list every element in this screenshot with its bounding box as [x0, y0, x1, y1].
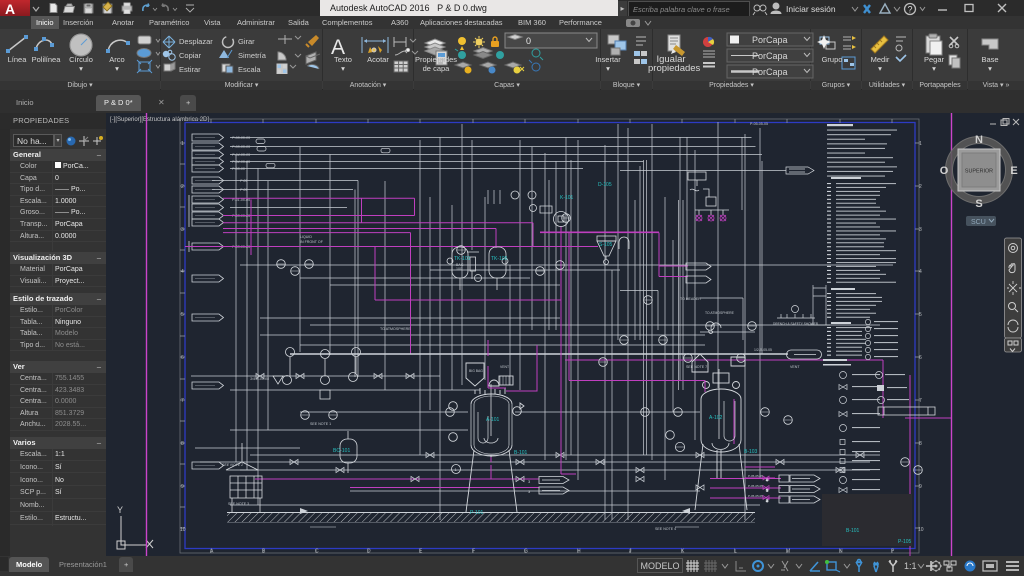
svg-text:7: 7 — [181, 398, 184, 404]
svg-text:SCU: SCU — [971, 219, 986, 226]
svg-text:P 05: P 05 — [240, 188, 247, 192]
svg-text:TK-105: TK-105 — [491, 256, 508, 262]
svg-text:Y: Y — [117, 505, 123, 515]
svg-text:P-04-05-05: P-04-05-05 — [232, 153, 250, 157]
svg-text:M: M — [786, 549, 790, 555]
svg-text:BO-101: BO-101 — [333, 448, 350, 454]
svg-text:S-105: S-105 — [599, 242, 613, 248]
svg-text:TO HEADER: TO HEADER — [680, 297, 701, 301]
svg-text:N: N — [975, 134, 983, 146]
svg-text:TK-101: TK-101 — [454, 256, 471, 262]
svg-text:9: 9 — [919, 484, 922, 490]
svg-text:P-05-05: P-05-05 — [232, 167, 245, 171]
svg-text:PorCapa: PorCapa — [752, 67, 788, 77]
svg-text:E: E — [1010, 165, 1017, 177]
svg-text:3/4-A-05-05: 3/4-A-05-05 — [250, 377, 269, 381]
svg-text:A-101: A-101 — [486, 417, 500, 423]
svg-text:B-103: B-103 — [744, 449, 758, 455]
svg-text:100: 100 — [456, 267, 462, 271]
svg-text:Iniciar sesión: Iniciar sesión — [786, 4, 836, 14]
svg-text:P: P — [891, 549, 895, 555]
svg-text:P-101: P-101 — [470, 510, 484, 516]
svg-text:SUPERIOR: SUPERIOR — [965, 169, 993, 175]
svg-text:B: B — [262, 549, 266, 555]
svg-text:5: 5 — [181, 312, 184, 318]
svg-text:P-05-05-05: P-05-05-05 — [748, 484, 763, 488]
svg-text:P-05-05-05: P-05-05-05 — [232, 136, 250, 140]
svg-text:K: K — [681, 549, 685, 555]
svg-text:0: 0 — [526, 36, 531, 46]
svg-text:8: 8 — [181, 441, 184, 447]
svg-text:PorCapa: PorCapa — [752, 51, 788, 61]
svg-text:E: E — [419, 549, 423, 555]
svg-text:9: 9 — [181, 484, 184, 490]
svg-text:S: S — [975, 198, 982, 210]
svg-text:B-101: B-101 — [846, 528, 860, 534]
svg-text:4: 4 — [181, 269, 184, 275]
svg-text:6: 6 — [181, 355, 184, 361]
svg-text:LIQUID: LIQUID — [300, 235, 312, 239]
svg-text:4: 4 — [919, 269, 922, 275]
svg-text:BIG BAG: BIG BAG — [469, 369, 483, 373]
svg-text:A: A — [210, 549, 214, 555]
svg-text:SEE NOTE 4: SEE NOTE 4 — [655, 527, 676, 531]
svg-text:K-101: K-101 — [560, 195, 574, 201]
svg-text:D: D — [367, 549, 371, 555]
svg-text:P-05-05-05: P-05-05-05 — [748, 474, 763, 478]
svg-text:2: 2 — [181, 184, 184, 190]
svg-text:J: J — [629, 549, 632, 555]
svg-text:3: 3 — [528, 479, 531, 484]
svg-text:3: 3 — [919, 227, 922, 233]
svg-text:TO ATMOSPHERE: TO ATMOSPHERE — [380, 327, 411, 331]
svg-text:SEE NOTE 7: SEE NOTE 7 — [686, 365, 707, 369]
svg-text:D-105: D-105 — [598, 182, 612, 188]
svg-text:2: 2 — [919, 184, 922, 190]
svg-text:6: 6 — [919, 355, 922, 361]
svg-text:H: H — [577, 549, 581, 555]
svg-text:5: 5 — [919, 312, 922, 318]
svg-text:O: O — [940, 165, 949, 177]
svg-text:P-05-05-05: P-05-05-05 — [232, 145, 250, 149]
svg-text:PorCapa: PorCapa — [752, 35, 788, 45]
svg-text:3: 3 — [181, 227, 184, 233]
svg-text:1:1: 1:1 — [904, 561, 917, 571]
svg-text:DRENCH & SAFETY SHOWER: DRENCH & SAFETY SHOWER — [773, 322, 819, 326]
svg-text:P-105: P-105 — [898, 539, 912, 545]
svg-text:10: 10 — [918, 527, 924, 533]
svg-text:VENT: VENT — [790, 365, 800, 369]
svg-text:SEE NOTE 1: SEE NOTE 1 — [310, 422, 331, 426]
svg-text:C: C — [315, 549, 319, 555]
svg-text:B-101: B-101 — [514, 450, 528, 456]
svg-text:P 05: P 05 — [240, 179, 247, 183]
svg-text:N: N — [839, 549, 843, 555]
svg-text:1/2-B-05-05: 1/2-B-05-05 — [754, 348, 772, 352]
svg-text:?: ? — [908, 5, 913, 15]
svg-text:1: 1 — [455, 467, 458, 472]
svg-text:1: 1 — [181, 141, 184, 147]
svg-text:8: 8 — [919, 441, 922, 447]
svg-text:IN FRONT OF: IN FRONT OF — [300, 240, 324, 244]
svg-text:10: 10 — [180, 527, 186, 533]
svg-text:G: G — [524, 549, 528, 555]
svg-text:TO ATMOSPHERE: TO ATMOSPHERE — [705, 311, 735, 315]
svg-text:P-05-05-05: P-05-05-05 — [748, 494, 763, 498]
svg-text:SEE NOTE 3: SEE NOTE 3 — [228, 502, 249, 506]
svg-text:1: 1 — [919, 141, 922, 147]
svg-text:7: 7 — [919, 398, 922, 404]
svg-text:F: F — [472, 549, 475, 555]
svg-text:3: 3 — [528, 489, 531, 494]
svg-text:A-102: A-102 — [709, 415, 723, 421]
svg-text:L: L — [734, 549, 737, 555]
svg-text:VENT: VENT — [500, 365, 509, 369]
svg-text:P-05-05-05: P-05-05-05 — [750, 122, 768, 126]
